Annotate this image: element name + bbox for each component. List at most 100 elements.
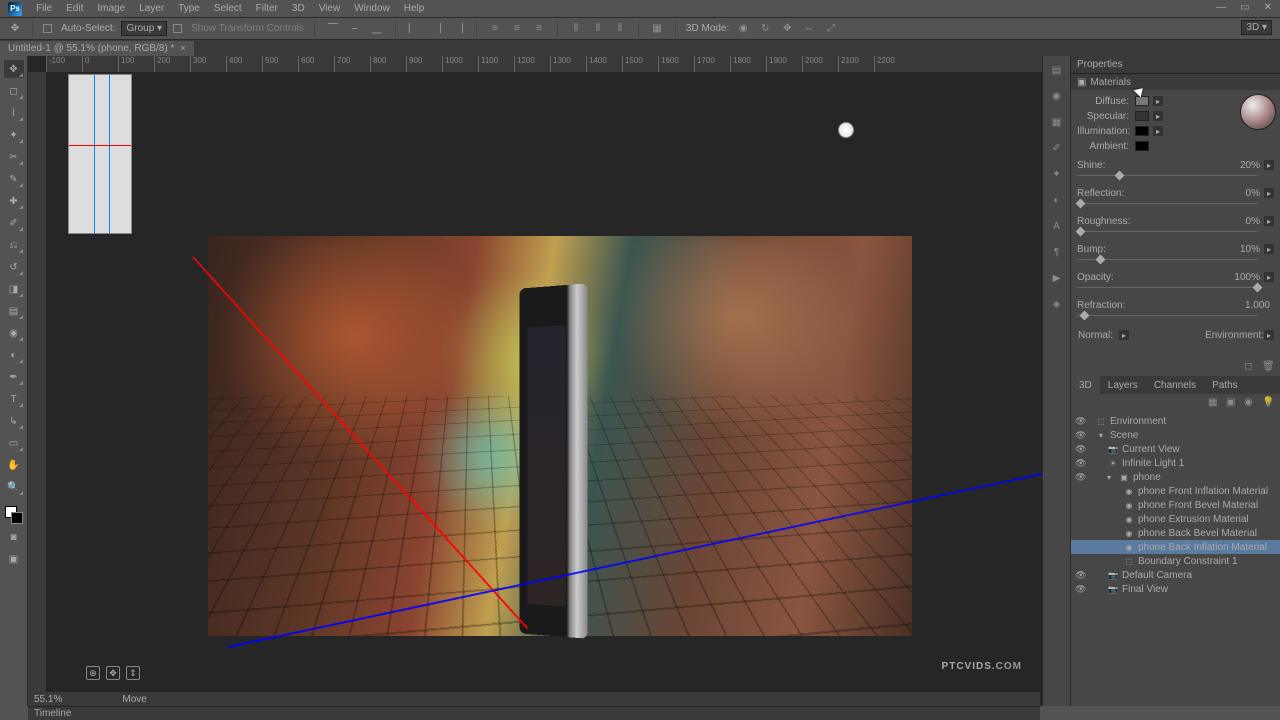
color-panel-icon[interactable]: ◉ <box>1049 88 1065 104</box>
dist-hcenter-icon[interactable]: ⦀ <box>590 21 606 37</box>
paragraph-panel-icon[interactable]: ¶ <box>1049 244 1065 260</box>
align-right-icon[interactable]: ⎹ <box>450 21 466 37</box>
align-left-icon[interactable]: ⎸ <box>406 21 422 37</box>
swatches-panel-icon[interactable]: ▦ <box>1049 114 1065 130</box>
tree-material-3[interactable]: ◉phone Extrusion Material <box>1071 512 1280 526</box>
color-swatch[interactable] <box>5 506 23 524</box>
tree-material-2[interactable]: ◉phone Front Bevel Material <box>1071 498 1280 512</box>
tree-scene[interactable]: 👁▾Scene <box>1071 428 1280 442</box>
menu-edit[interactable]: Edit <box>66 3 83 14</box>
align-vcenter-icon[interactable]: ⎯ <box>347 21 363 37</box>
3d-phone-mesh[interactable] <box>520 283 588 638</box>
shine-value[interactable]: 20% <box>1230 160 1260 171</box>
tree-current-view[interactable]: 👁📷Current View <box>1071 442 1280 456</box>
document-tab[interactable]: Untitled-1 @ 55.1% (phone, RGB/8) *× <box>0 41 194 56</box>
tree-final-view[interactable]: 👁📷Final View <box>1071 582 1280 596</box>
pen-tool[interactable]: ✒ <box>4 368 24 386</box>
align-bottom-icon[interactable]: ⎽ <box>369 21 385 37</box>
navigator-preview[interactable] <box>68 74 132 234</box>
bump-slider[interactable] <box>1077 256 1274 264</box>
brush-tool[interactable]: ✐ <box>4 214 24 232</box>
new-material-icon[interactable]: ◻ <box>1244 361 1256 373</box>
tree-camera[interactable]: 👁📷Default Camera <box>1071 568 1280 582</box>
show-transform-checkbox[interactable] <box>173 24 182 33</box>
shine-menu-icon[interactable]: ▸ <box>1264 160 1274 170</box>
dist-right-icon[interactable]: ⦀ <box>612 21 628 37</box>
tree-constraint[interactable]: ⬚Boundary Constraint 1 <box>1071 554 1280 568</box>
material-preview[interactable] <box>1240 94 1276 130</box>
roughness-value[interactable]: 0% <box>1230 216 1260 227</box>
ambient-swatch[interactable] <box>1135 141 1149 151</box>
specular-menu-icon[interactable]: ▸ <box>1153 111 1163 121</box>
auto-select-checkbox[interactable] <box>43 24 52 33</box>
styles-panel-icon[interactable]: ✦ <box>1049 166 1065 182</box>
illumination-menu-icon[interactable]: ▸ <box>1153 126 1163 136</box>
menu-window[interactable]: Window <box>354 3 390 14</box>
3d-light-marker[interactable] <box>838 122 854 138</box>
reflection-value[interactable]: 0% <box>1230 188 1260 199</box>
actions-panel-icon[interactable]: ▶ <box>1049 270 1065 286</box>
menu-layer[interactable]: Layer <box>139 3 164 14</box>
ruler-vertical[interactable] <box>28 72 46 706</box>
screenmode-tool[interactable]: ▣ <box>4 550 24 568</box>
auto-align-icon[interactable]: ▦ <box>649 21 665 37</box>
specular-swatch[interactable] <box>1135 111 1149 121</box>
wand-tool[interactable]: ✦ <box>4 126 24 144</box>
menu-select[interactable]: Select <box>214 3 242 14</box>
filter-materials-icon[interactable]: ◉ <box>1244 397 1256 409</box>
quickmask-tool[interactable]: ◙ <box>4 528 24 546</box>
blur-tool[interactable]: ◉ <box>4 324 24 342</box>
align-top-icon[interactable]: ⎺ <box>325 21 341 37</box>
opacity-menu-icon[interactable]: ▸ <box>1264 272 1274 282</box>
dist-left-icon[interactable]: ⦀ <box>568 21 584 37</box>
zoom-tool[interactable]: 🔍 <box>4 478 24 496</box>
roughness-slider[interactable] <box>1077 228 1274 236</box>
tree-material-1[interactable]: ◉phone Front Inflation Material <box>1071 484 1280 498</box>
type-tool[interactable]: T <box>4 390 24 408</box>
tab-channels[interactable]: Channels <box>1146 376 1204 394</box>
menu-filter[interactable]: Filter <box>256 3 278 14</box>
tree-material-4[interactable]: ◉phone Back Bevel Material <box>1071 526 1280 540</box>
tab-paths[interactable]: Paths <box>1204 376 1246 394</box>
maximize-icon[interactable]: ▭ <box>1240 2 1249 13</box>
eyedropper-tool[interactable]: ✎ <box>4 170 24 188</box>
menu-file[interactable]: File <box>36 3 52 14</box>
auto-select-mode[interactable]: Group ▾ <box>121 21 167 36</box>
brushes-panel-icon[interactable]: ✐ <box>1049 140 1065 156</box>
refraction-value[interactable]: 1.000 <box>1240 300 1270 311</box>
tab-close-icon[interactable]: × <box>180 43 185 53</box>
dolly-control-icon[interactable]: ⇕ <box>126 666 140 680</box>
filter-lights-icon[interactable]: 💡 <box>1262 397 1274 409</box>
opacity-value[interactable]: 100% <box>1230 272 1260 283</box>
shape-tool[interactable]: ▭ <box>4 434 24 452</box>
eraser-tool[interactable]: ◨ <box>4 280 24 298</box>
3d-slide-icon[interactable]: ⇔ <box>801 21 817 37</box>
dist-top-icon[interactable]: ≡ <box>487 21 503 37</box>
stamp-tool[interactable]: ⎌ <box>4 236 24 254</box>
menu-help[interactable]: Help <box>404 3 425 14</box>
reflection-menu-icon[interactable]: ▸ <box>1264 188 1274 198</box>
dodge-tool[interactable]: ◐ <box>4 346 24 364</box>
crop-tool[interactable]: ✂ <box>4 148 24 166</box>
menu-image[interactable]: Image <box>97 3 125 14</box>
tree-material-5[interactable]: ◉phone Back Inflation Material <box>1071 540 1280 554</box>
dist-bottom-icon[interactable]: ≡ <box>531 21 547 37</box>
menu-type[interactable]: Type <box>178 3 200 14</box>
refraction-slider[interactable] <box>1077 312 1274 320</box>
canvas[interactable]: -100010020030040050060070080090010001100… <box>28 56 1042 706</box>
opacity-slider[interactable] <box>1077 284 1274 292</box>
adjustments-panel-icon[interactable]: ◐ <box>1049 192 1065 208</box>
menu-3d[interactable]: 3D <box>292 3 305 14</box>
bump-value[interactable]: 10% <box>1230 244 1260 255</box>
tab-layers[interactable]: Layers <box>1100 376 1146 394</box>
bump-menu-icon[interactable]: ▸ <box>1264 244 1274 254</box>
timeline-panel[interactable]: Timeline <box>28 706 1040 720</box>
tree-phone[interactable]: 👁▾▣phone <box>1071 470 1280 484</box>
3d-roll-icon[interactable]: ↻ <box>757 21 773 37</box>
reflection-slider[interactable] <box>1077 200 1274 208</box>
lasso-tool[interactable]: ⌇ <box>4 104 24 122</box>
3d-orbit-icon[interactable]: ◉ <box>735 21 751 37</box>
align-hcenter-icon[interactable]: ⎹ <box>428 21 444 37</box>
heal-tool[interactable]: ✚ <box>4 192 24 210</box>
close-icon[interactable]: ✕ <box>1264 2 1272 13</box>
